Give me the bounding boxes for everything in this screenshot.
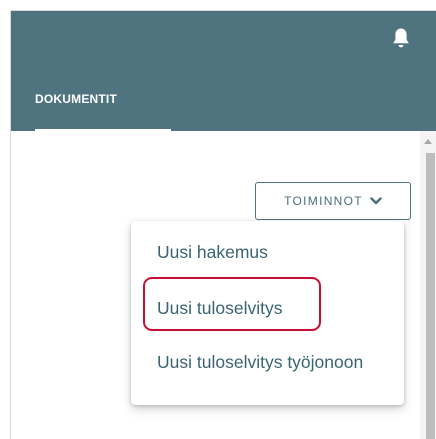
vertical-scrollbar[interactable]	[420, 131, 436, 439]
main-content: TOIMINNOT Uusi hakemus Uusi tuloselvitys…	[11, 131, 436, 439]
chevron-down-icon	[370, 197, 382, 205]
tab-dokumentit[interactable]: DOKUMENTIT	[35, 81, 171, 132]
actions-button[interactable]: TOIMINNOT	[255, 182, 411, 220]
app-window: DOKUMENTIT TOIMINNOT Uusi hakemus Uusi t…	[10, 10, 436, 439]
menu-item-uusi-hakemus[interactable]: Uusi hakemus	[157, 239, 268, 265]
menu-item-uusi-tuloselvitys[interactable]: Uusi tuloselvitys	[157, 295, 282, 321]
header-bar: DOKUMENTIT	[11, 11, 436, 132]
actions-button-label: TOIMINNOT	[284, 194, 363, 208]
bell-icon[interactable]	[392, 27, 410, 49]
menu-item-uusi-tuloselvitys-tyojonoon[interactable]: Uusi tuloselvitys työjonoon	[157, 349, 377, 375]
scrollbar-thumb[interactable]	[426, 153, 435, 439]
tab-label: DOKUMENTIT	[35, 92, 117, 106]
scroll-up-arrow-icon[interactable]	[420, 136, 436, 148]
actions-dropdown-menu: Uusi hakemus Uusi tuloselvitys Uusi tulo…	[131, 221, 404, 405]
